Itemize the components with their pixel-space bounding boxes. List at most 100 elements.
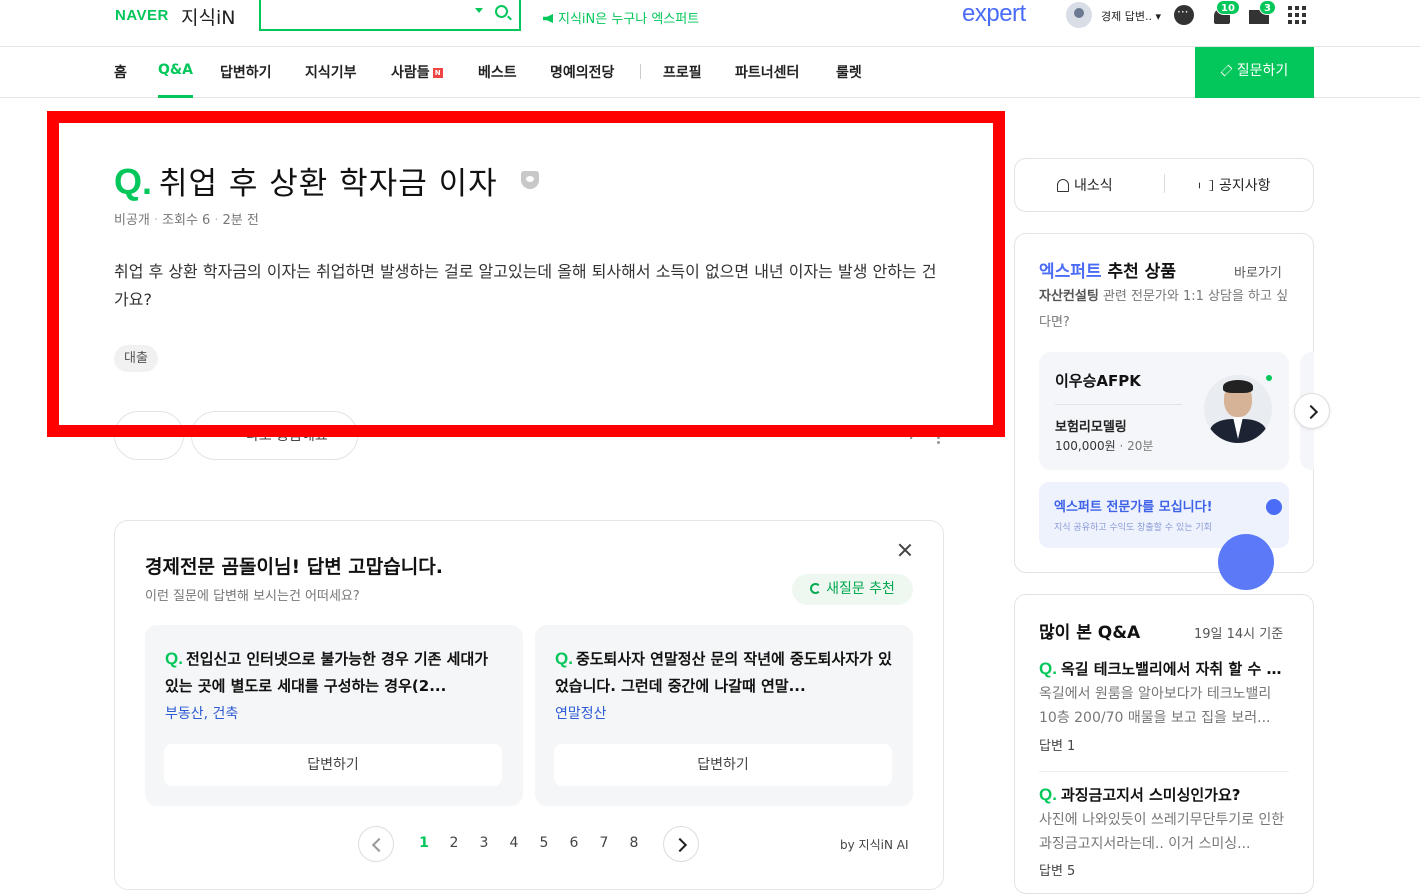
speaker-icon (543, 14, 553, 23)
highlight-box (47, 111, 1005, 437)
top-header: NAVER 지식iN 지식iN은 누구나 엑스퍼트 expert 경제 답변..… (0, 0, 1420, 47)
expert-logo[interactable]: expert (962, 0, 1026, 28)
search-input[interactable] (267, 4, 467, 24)
promo-text: 지식iN은 누구나 엑스퍼트 (558, 12, 700, 27)
nav-profile[interactable]: 프로필 (663, 62, 702, 82)
popular-question-title[interactable]: Q. 과징금고지서 스미싱인가요? (1039, 784, 1289, 805)
recommend-card-question[interactable]: Q. 전입신고 인터넷으로 불가능한 경우 기존 세대가 있는 곳에 별도로 세대… (165, 645, 505, 700)
page-number[interactable]: 3 (477, 835, 491, 851)
recommend-card-question[interactable]: Q. 중도퇴사자 연말정산 문의 작년에 중도퇴사자가 있었습니다. 그런데 중간… (555, 645, 895, 700)
recommend-subtitle: 이런 질문에 답변해 보시는건 어떠세요? (145, 589, 360, 604)
pencil-icon (1220, 64, 1233, 77)
nav-roulette[interactable]: 룰렛 (836, 62, 862, 82)
notice-link[interactable]: 공지사항 (1199, 175, 1271, 195)
recommend-title: 경제전문 곰돌이님! 답변 고맙습니다. (145, 556, 443, 578)
nav-donate[interactable]: 지식기부 (305, 62, 357, 82)
recruit-subtitle: 지식 공유하고 수익도 창출할 수 있는 기회 (1054, 523, 1212, 533)
page-number[interactable]: 4 (507, 835, 521, 851)
by-ai-label: by 지식iN AI (840, 838, 909, 852)
popular-qna-timestamp: 19일 14시 기준 (1194, 627, 1284, 642)
page-number[interactable]: 8 (627, 835, 641, 851)
popular-question-body[interactable]: 사진에 나와있듯이 쓰레기무단투기로 인한 과징금고지서라는데.. 이거 스미싱… (1039, 808, 1289, 856)
megaphone-icon (1199, 180, 1213, 191)
decorative-circle (1218, 534, 1274, 590)
page-number[interactable]: 6 (567, 835, 581, 851)
new-badge: N (432, 68, 443, 78)
expert-name[interactable]: 이우승AFPK (1055, 370, 1141, 391)
my-news-link[interactable]: 내소식 (1057, 175, 1113, 195)
recommend-card-text: 전입신고 인터넷으로 불가능한 경우 기존 세대가 있는 곳에 별도로 세대를 … (165, 650, 489, 695)
nav-people-label: 사람들 (391, 65, 430, 81)
page-number[interactable]: 2 (447, 835, 461, 851)
carousel-next-button[interactable] (1294, 393, 1330, 429)
nav-partner-center[interactable]: 파트너센터 (735, 62, 799, 82)
naver-logo[interactable]: NAVER (115, 7, 169, 24)
new-question-recommend-button[interactable]: 새질문 추천 (792, 574, 913, 605)
recommend-card-category[interactable]: 연말정산 (555, 703, 607, 723)
question-mark: Q. (1039, 785, 1057, 804)
nav-people[interactable]: 사람들 N (391, 62, 443, 82)
popular-title-text: 과징금고지서 스미싱인가요? (1060, 786, 1241, 804)
avatar[interactable] (1066, 2, 1092, 28)
search-scope-dropdown-icon[interactable] (475, 8, 483, 13)
ask-question-button[interactable]: 질문하기 (1195, 47, 1314, 98)
mail-count-badge: 3 (1259, 0, 1276, 15)
popular-question-title[interactable]: Q.옥길 테크노밸리에서 자취 할 수 있을까요? (1039, 658, 1289, 679)
nav-answer[interactable]: 답변하기 (220, 62, 272, 82)
question-mark: Q. (555, 649, 573, 668)
nav-qna[interactable]: Q&A (158, 62, 193, 98)
refresh-label: 새질문 추천 (826, 581, 895, 597)
divider (1164, 174, 1165, 193)
expert-photo (1204, 375, 1272, 443)
expert-section-label: 추천 상품 (1107, 262, 1176, 282)
user-name: 경제 답변.. (1101, 10, 1152, 23)
expert-price: 100,000원 · 20분 (1055, 439, 1154, 453)
my-news-label: 내소식 (1074, 178, 1113, 194)
notification-count-badge: 10 (1216, 0, 1240, 15)
question-mark: Q. (1039, 659, 1057, 678)
jisikin-logo[interactable]: 지식iN (181, 3, 235, 30)
search-box (259, 0, 521, 31)
apps-grid-icon[interactable] (1288, 6, 1306, 24)
recommend-card-category[interactable]: 부동산, 건축 (165, 703, 238, 723)
popular-qna-title: 많이 본 Q&A (1039, 623, 1141, 643)
price: 100,000원 (1055, 439, 1116, 453)
answer-button[interactable]: 답변하기 (554, 744, 892, 786)
bell-icon (1057, 179, 1069, 192)
search-icon[interactable] (495, 5, 508, 18)
divider (1055, 404, 1182, 405)
next-page-button[interactable] (663, 826, 699, 862)
nav-best[interactable]: 베스트 (478, 62, 517, 82)
prev-page-button[interactable] (358, 826, 394, 862)
answer-count: 답변 5 (1039, 864, 1076, 879)
expert-section-title: 엑스퍼트 추천 상품 (1039, 257, 1176, 282)
main-nav: 홈 Q&A 답변하기 지식기부 사람들 N 베스트 명예의전당 프로필 파트너센터… (0, 47, 1420, 98)
online-status-dot (1266, 375, 1272, 381)
nav-home[interactable]: 홈 (114, 62, 127, 82)
recommend-card-text: 중도퇴사자 연말정산 문의 작년에 중도퇴사자가 있었습니다. 그런데 중간에 … (555, 650, 892, 695)
page-number[interactable]: 5 (537, 835, 551, 851)
nav-hall-of-fame[interactable]: 명예의전당 (550, 62, 614, 82)
popular-question-body[interactable]: 옥길에서 원룸을 알아보다가 테크노밸리 10층 200/70 매물을 보고 집… (1039, 682, 1289, 730)
answer-button[interactable]: 답변하기 (164, 744, 502, 786)
divider (1039, 771, 1289, 772)
page-number[interactable]: 7 (597, 835, 611, 851)
page-number[interactable]: 1 (417, 835, 431, 851)
recommend-card[interactable]: Q. 전입신고 인터넷으로 불가능한 경우 기존 세대가 있는 곳에 별도로 세대… (145, 625, 523, 806)
popular-title-text: 옥길 테크노밸리에서 자취 할 수 있을까요? (1060, 660, 1289, 678)
expert-brand: 엑스퍼트 (1039, 262, 1102, 282)
close-icon[interactable] (896, 541, 914, 559)
nav-divider (640, 64, 641, 79)
user-name-menu[interactable]: 경제 답변.. ▾ (1101, 8, 1161, 24)
duration: 20분 (1127, 439, 1154, 453)
recommend-card[interactable]: Q. 중도퇴사자 연말정산 문의 작년에 중도퇴사자가 있었습니다. 그런데 중간… (535, 625, 913, 806)
question-mark: Q. (165, 649, 183, 668)
recruit-title: 엑스퍼트 전문가를 모십니다! (1054, 500, 1213, 515)
expert-desc-keyword: 자산컨설팅 (1039, 289, 1099, 304)
decorative-ball (1266, 499, 1282, 515)
notice-label: 공지사항 (1219, 178, 1271, 194)
expert-more-link[interactable]: 바로가기 (1234, 262, 1282, 281)
promo-link[interactable]: 지식iN은 누구나 엑스퍼트 (543, 8, 699, 27)
ask-question-label: 질문하기 (1236, 63, 1289, 79)
chat-icon[interactable] (1174, 5, 1194, 25)
